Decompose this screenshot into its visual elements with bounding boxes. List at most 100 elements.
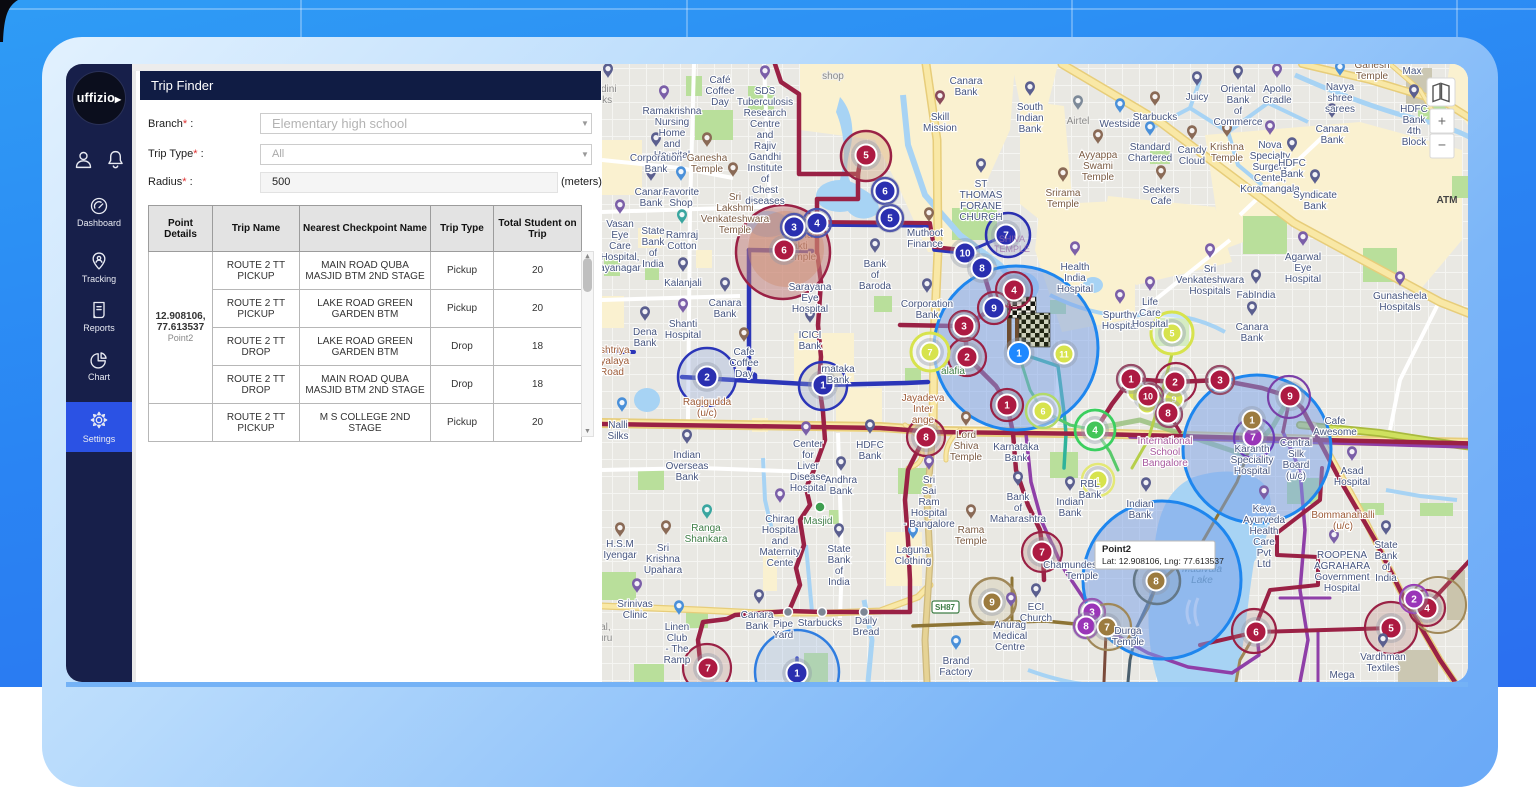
svg-text:Care: Care [609,241,631,252]
svg-text:Ram: Ram [918,497,939,508]
svg-text:Lord: Lord [956,430,976,441]
svg-text:Temple: Temple [950,452,983,463]
svg-text:Krishna: Krishna [1210,142,1244,153]
svg-text:Point2: Point2 [1102,544,1131,555]
svg-text:1: 1 [794,669,800,680]
svg-text:Bank: Bank [1227,95,1251,106]
svg-text:Bank: Bank [1241,333,1265,344]
svg-text:of: of [1382,562,1391,573]
svg-text:Candy: Candy [1178,145,1207,156]
svg-text:Eye: Eye [1294,263,1312,274]
svg-text:Hospitals: Hospitals [1189,286,1230,297]
svg-text:Hospital: Hospital [790,483,826,494]
svg-text:Care: Care [1139,308,1161,319]
svg-text:Starbucks: Starbucks [798,618,842,629]
svg-text:Linen: Linen [665,622,689,633]
svg-text:Vardhman: Vardhman [1360,652,1405,663]
svg-text:Canara: Canara [1316,124,1349,135]
svg-text:Factory: Factory [939,667,972,678]
svg-text:Liver: Liver [797,461,819,472]
svg-text:Centre: Centre [995,642,1025,653]
svg-text:5: 5 [887,214,893,225]
svg-text:Bank: Bank [642,237,666,248]
svg-text:5: 5 [1169,329,1174,339]
svg-text:dyalaya: dyalaya [602,356,630,367]
svg-text:8: 8 [1083,622,1089,633]
svg-text:Ragigudda: Ragigudda [683,397,732,408]
svg-text:Andhra: Andhra [825,475,858,486]
svg-text:Durga: Durga [1114,626,1142,637]
svg-text:Bank: Bank [799,341,823,352]
svg-text:ECI: ECI [1028,602,1045,613]
svg-text:8: 8 [1165,409,1171,420]
svg-text:Day: Day [711,97,729,108]
svg-text:Health: Health [1061,262,1090,273]
svg-text:State: State [1374,540,1398,551]
svg-text:Hospital: Hospital [1324,583,1360,594]
svg-text:Indian: Indian [1016,113,1043,124]
svg-text:Bank: Bank [830,486,854,497]
svg-text:Swami: Swami [1083,161,1113,172]
svg-text:State: State [641,226,665,237]
svg-text:rnataka: rnataka [821,364,855,375]
svg-text:lks: lks [602,95,612,106]
svg-text:Dena: Dena [633,327,657,338]
svg-text:Navya: Navya [1326,82,1355,93]
svg-text:6: 6 [781,246,787,257]
svg-text:11: 11 [1059,350,1069,360]
svg-text:Upahara: Upahara [644,565,683,576]
svg-text:Club: Club [667,633,688,644]
svg-text:3: 3 [961,322,967,333]
svg-text:Hospital: Hospital [665,330,701,341]
svg-text:Day: Day [735,369,753,380]
svg-text:Silk: Silk [1288,449,1305,460]
svg-text:Indian: Indian [673,450,700,461]
svg-text:Anurag: Anurag [994,620,1026,631]
svg-text:Favorite: Favorite [663,187,700,198]
svg-text:Agarwal: Agarwal [1285,252,1321,263]
svg-text:Corporation: Corporation [901,299,953,310]
svg-text:Bank: Bank [1281,169,1305,180]
svg-text:Gunasheela: Gunasheela [1373,291,1427,302]
svg-text:Lakshmi: Lakshmi [716,203,753,214]
svg-text:2: 2 [1172,378,1178,389]
svg-text:3: 3 [1217,376,1223,387]
svg-text:Apollo: Apollo [1263,84,1291,95]
svg-text:Temple: Temple [1112,637,1145,648]
svg-text:Bank: Bank [714,309,738,320]
svg-text:ange: ange [912,415,935,426]
svg-text:Bank: Bank [1321,135,1345,146]
svg-text:Institute: Institute [747,163,782,174]
svg-text:4: 4 [814,219,820,230]
svg-text:6: 6 [882,187,888,198]
svg-text:tal,: tal, [602,622,611,633]
svg-text:Karnataka: Karnataka [993,442,1039,453]
svg-text:Starbucks: Starbucks [1133,112,1177,123]
svg-text:Shankara: Shankara [685,534,728,545]
svg-text:Health: Health [1250,526,1279,537]
svg-text:Hospital: Hospital [1334,477,1370,488]
svg-text:International: International [1137,436,1192,447]
svg-text:Ganesh: Ganesh [1354,64,1389,71]
svg-text:Eye: Eye [801,293,819,304]
svg-text:Laguna: Laguna [896,545,930,556]
svg-text:Rama: Rama [958,525,985,536]
svg-text:Cafe: Cafe [733,347,755,358]
svg-text:Temple: Temple [1082,172,1115,183]
svg-text:(u/c): (u/c) [1286,471,1306,482]
svg-text:Bank: Bank [634,338,658,349]
svg-text:Indian: Indian [1126,499,1153,510]
svg-text:Sri: Sri [923,475,935,486]
svg-text:4: 4 [1092,426,1098,437]
svg-text:and: and [664,139,681,150]
svg-text:HDFC: HDFC [856,440,884,451]
svg-text:Bank: Bank [916,310,940,321]
svg-text:7: 7 [1250,433,1256,444]
svg-text:Hospital: Hospital [1057,284,1093,295]
svg-text:2: 2 [1411,595,1417,606]
svg-text:Block: Block [1402,137,1427,148]
svg-text:Bank: Bank [640,198,664,209]
svg-text:8: 8 [1153,577,1159,588]
svg-text:Café: Café [709,75,731,86]
svg-text:Sai: Sai [922,486,936,497]
